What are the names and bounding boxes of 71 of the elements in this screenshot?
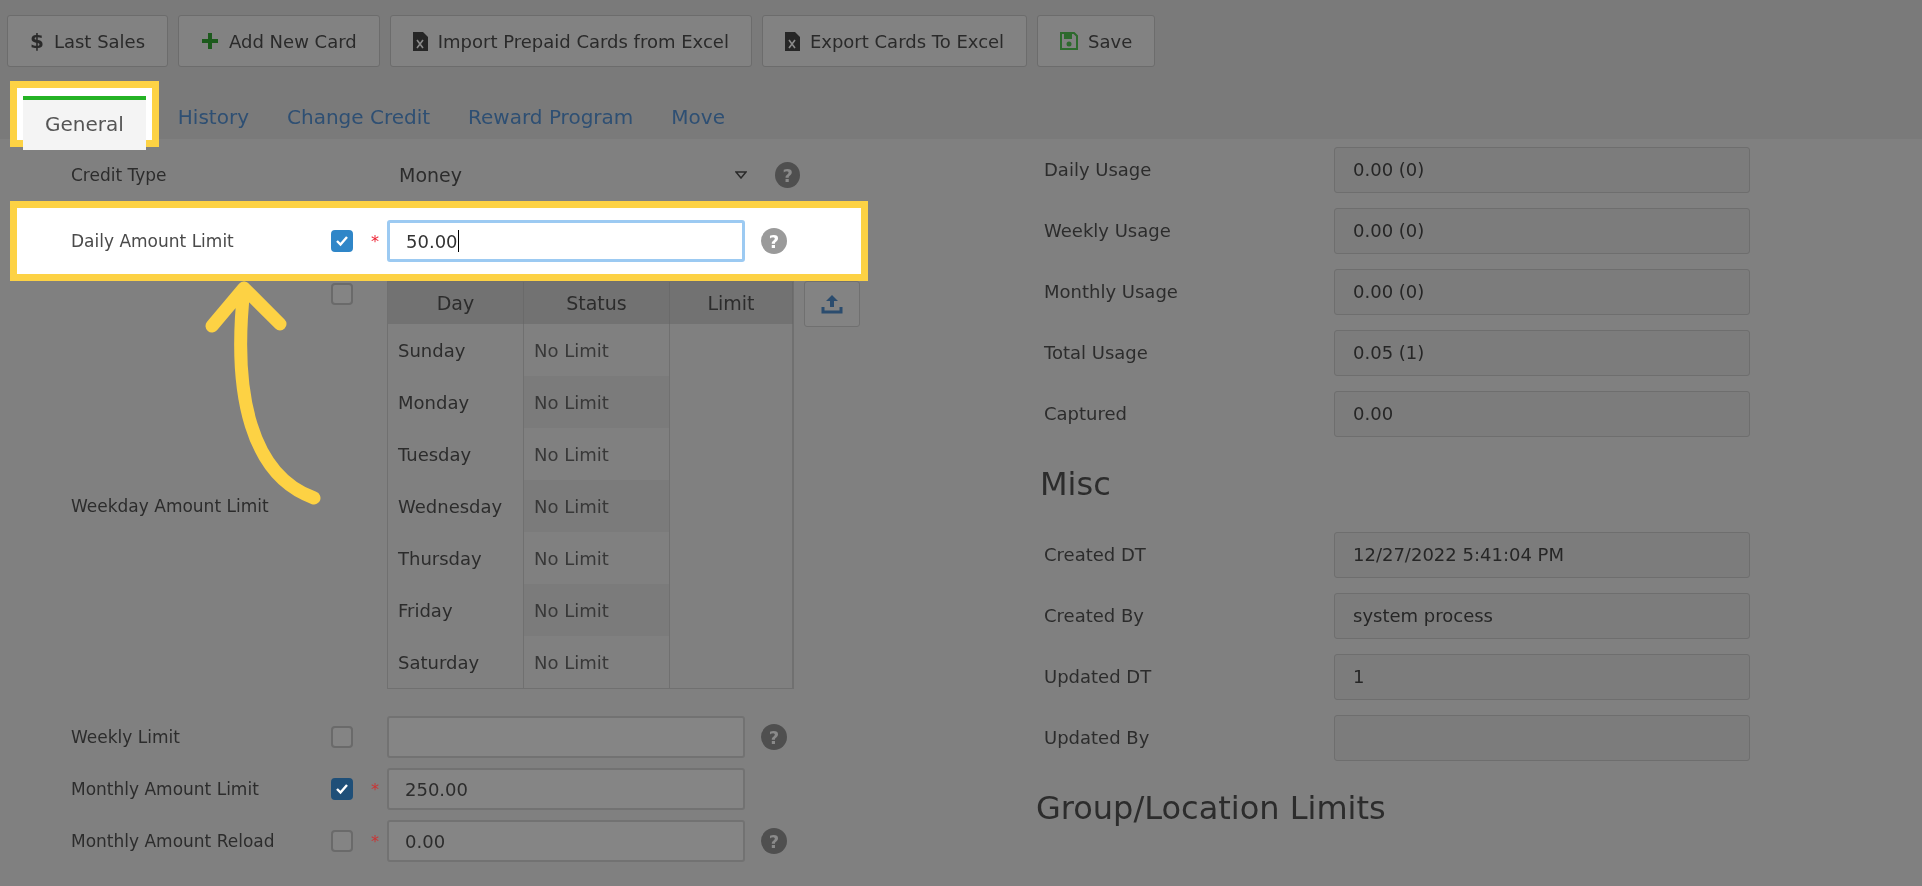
- table-cell: No Limit: [524, 480, 670, 532]
- toolbar-button[interactable]: Import Prepaid Cards from Excel: [389, 15, 752, 67]
- table-cell: Sunday: [388, 324, 524, 376]
- caret-icon: [735, 171, 748, 179]
- help-icon[interactable]: ?: [761, 828, 787, 854]
- field-label: Captured: [1044, 403, 1128, 424]
- field-label: Created By: [1044, 605, 1145, 626]
- column-header: Status: [524, 282, 670, 324]
- toolbar-button[interactable]: Add New Card: [178, 15, 380, 67]
- spreadsheet-file-icon: [412, 31, 428, 51]
- help-icon[interactable]: ?: [761, 228, 787, 254]
- required-mark: *: [371, 232, 379, 251]
- table-cell: No Limit: [524, 636, 670, 688]
- table-cell: Thursday: [388, 532, 524, 584]
- field-label: Weekday Amount Limit: [71, 496, 270, 516]
- section-heading: Misc: [1040, 464, 1112, 505]
- readonly-field: 0.00: [1334, 390, 1750, 437]
- readonly-field: 0.00 (0): [1334, 207, 1750, 254]
- field-label: Updated DT: [1044, 666, 1153, 687]
- tab[interactable]: Move: [652, 105, 744, 139]
- field-label: Total Usage: [1044, 342, 1149, 363]
- tab[interactable]: Change Credit: [268, 105, 450, 139]
- help-icon[interactable]: ?: [761, 724, 787, 750]
- readonly-field: 0.00 (0): [1334, 146, 1750, 193]
- field-label: Monthly Amount Reload: [71, 831, 276, 851]
- amount-field[interactable]: 250.00: [387, 768, 745, 810]
- section-heading: Group/Location Limits: [1036, 788, 1387, 829]
- tab[interactable]: History: [158, 105, 268, 139]
- field-label: Credit Type: [71, 165, 168, 185]
- help-icon[interactable]: ?: [775, 162, 800, 188]
- readonly-field: 12/27/2022 5:41:04 PM: [1334, 531, 1750, 578]
- plus-icon: [201, 32, 220, 50]
- readonly-field: 0.00 (0): [1334, 268, 1750, 315]
- field-label: Updated By: [1044, 727, 1151, 748]
- toolbar-button[interactable]: Export Cards To Excel: [761, 15, 1028, 67]
- readonly-field: 0.05 (1): [1334, 329, 1750, 376]
- amount-field[interactable]: 0.00: [387, 820, 745, 862]
- field-label: Daily Amount Limit: [71, 231, 235, 251]
- check-icon: [335, 235, 349, 247]
- dollar-icon: $: [30, 29, 44, 53]
- tab[interactable]: General: [23, 96, 146, 150]
- spreadsheet-file-icon: [784, 31, 800, 51]
- field-label: Created DT: [1044, 544, 1147, 565]
- readonly-field: 1: [1334, 653, 1750, 700]
- table-cell: Tuesday: [388, 428, 524, 480]
- toolbar-button[interactable]: Save: [1037, 15, 1156, 67]
- column-header: Day: [388, 282, 524, 324]
- field-label: Weekly Limit: [71, 727, 181, 747]
- checkbox[interactable]: [331, 726, 353, 748]
- upload-button[interactable]: [804, 281, 860, 327]
- checkbox[interactable]: [331, 778, 353, 800]
- table-cell: Saturday: [388, 636, 524, 688]
- field-label: Weekly Usage: [1044, 220, 1172, 241]
- table-cell: No Limit: [524, 376, 670, 428]
- checkbox[interactable]: [331, 283, 353, 305]
- readonly-field: system process: [1334, 592, 1750, 639]
- field-label: Daily Usage: [1044, 159, 1153, 180]
- required-mark: *: [371, 780, 379, 799]
- tab[interactable]: Reward Program: [449, 105, 653, 139]
- upload-icon: [821, 294, 843, 314]
- amount-field[interactable]: 50.00: [387, 220, 745, 262]
- column-header: Limit: [670, 282, 793, 324]
- field-label: Monthly Usage: [1044, 281, 1179, 302]
- toolbar-button[interactable]: $ Last Sales: [7, 15, 169, 67]
- table-cell: No Limit: [524, 584, 670, 636]
- credit-type-dropdown[interactable]: Money: [387, 155, 760, 195]
- checkbox[interactable]: [331, 830, 353, 852]
- required-mark: *: [371, 832, 379, 851]
- checkbox[interactable]: [331, 230, 353, 252]
- check-icon: [335, 783, 349, 795]
- field-label: Monthly Amount Limit: [71, 779, 260, 799]
